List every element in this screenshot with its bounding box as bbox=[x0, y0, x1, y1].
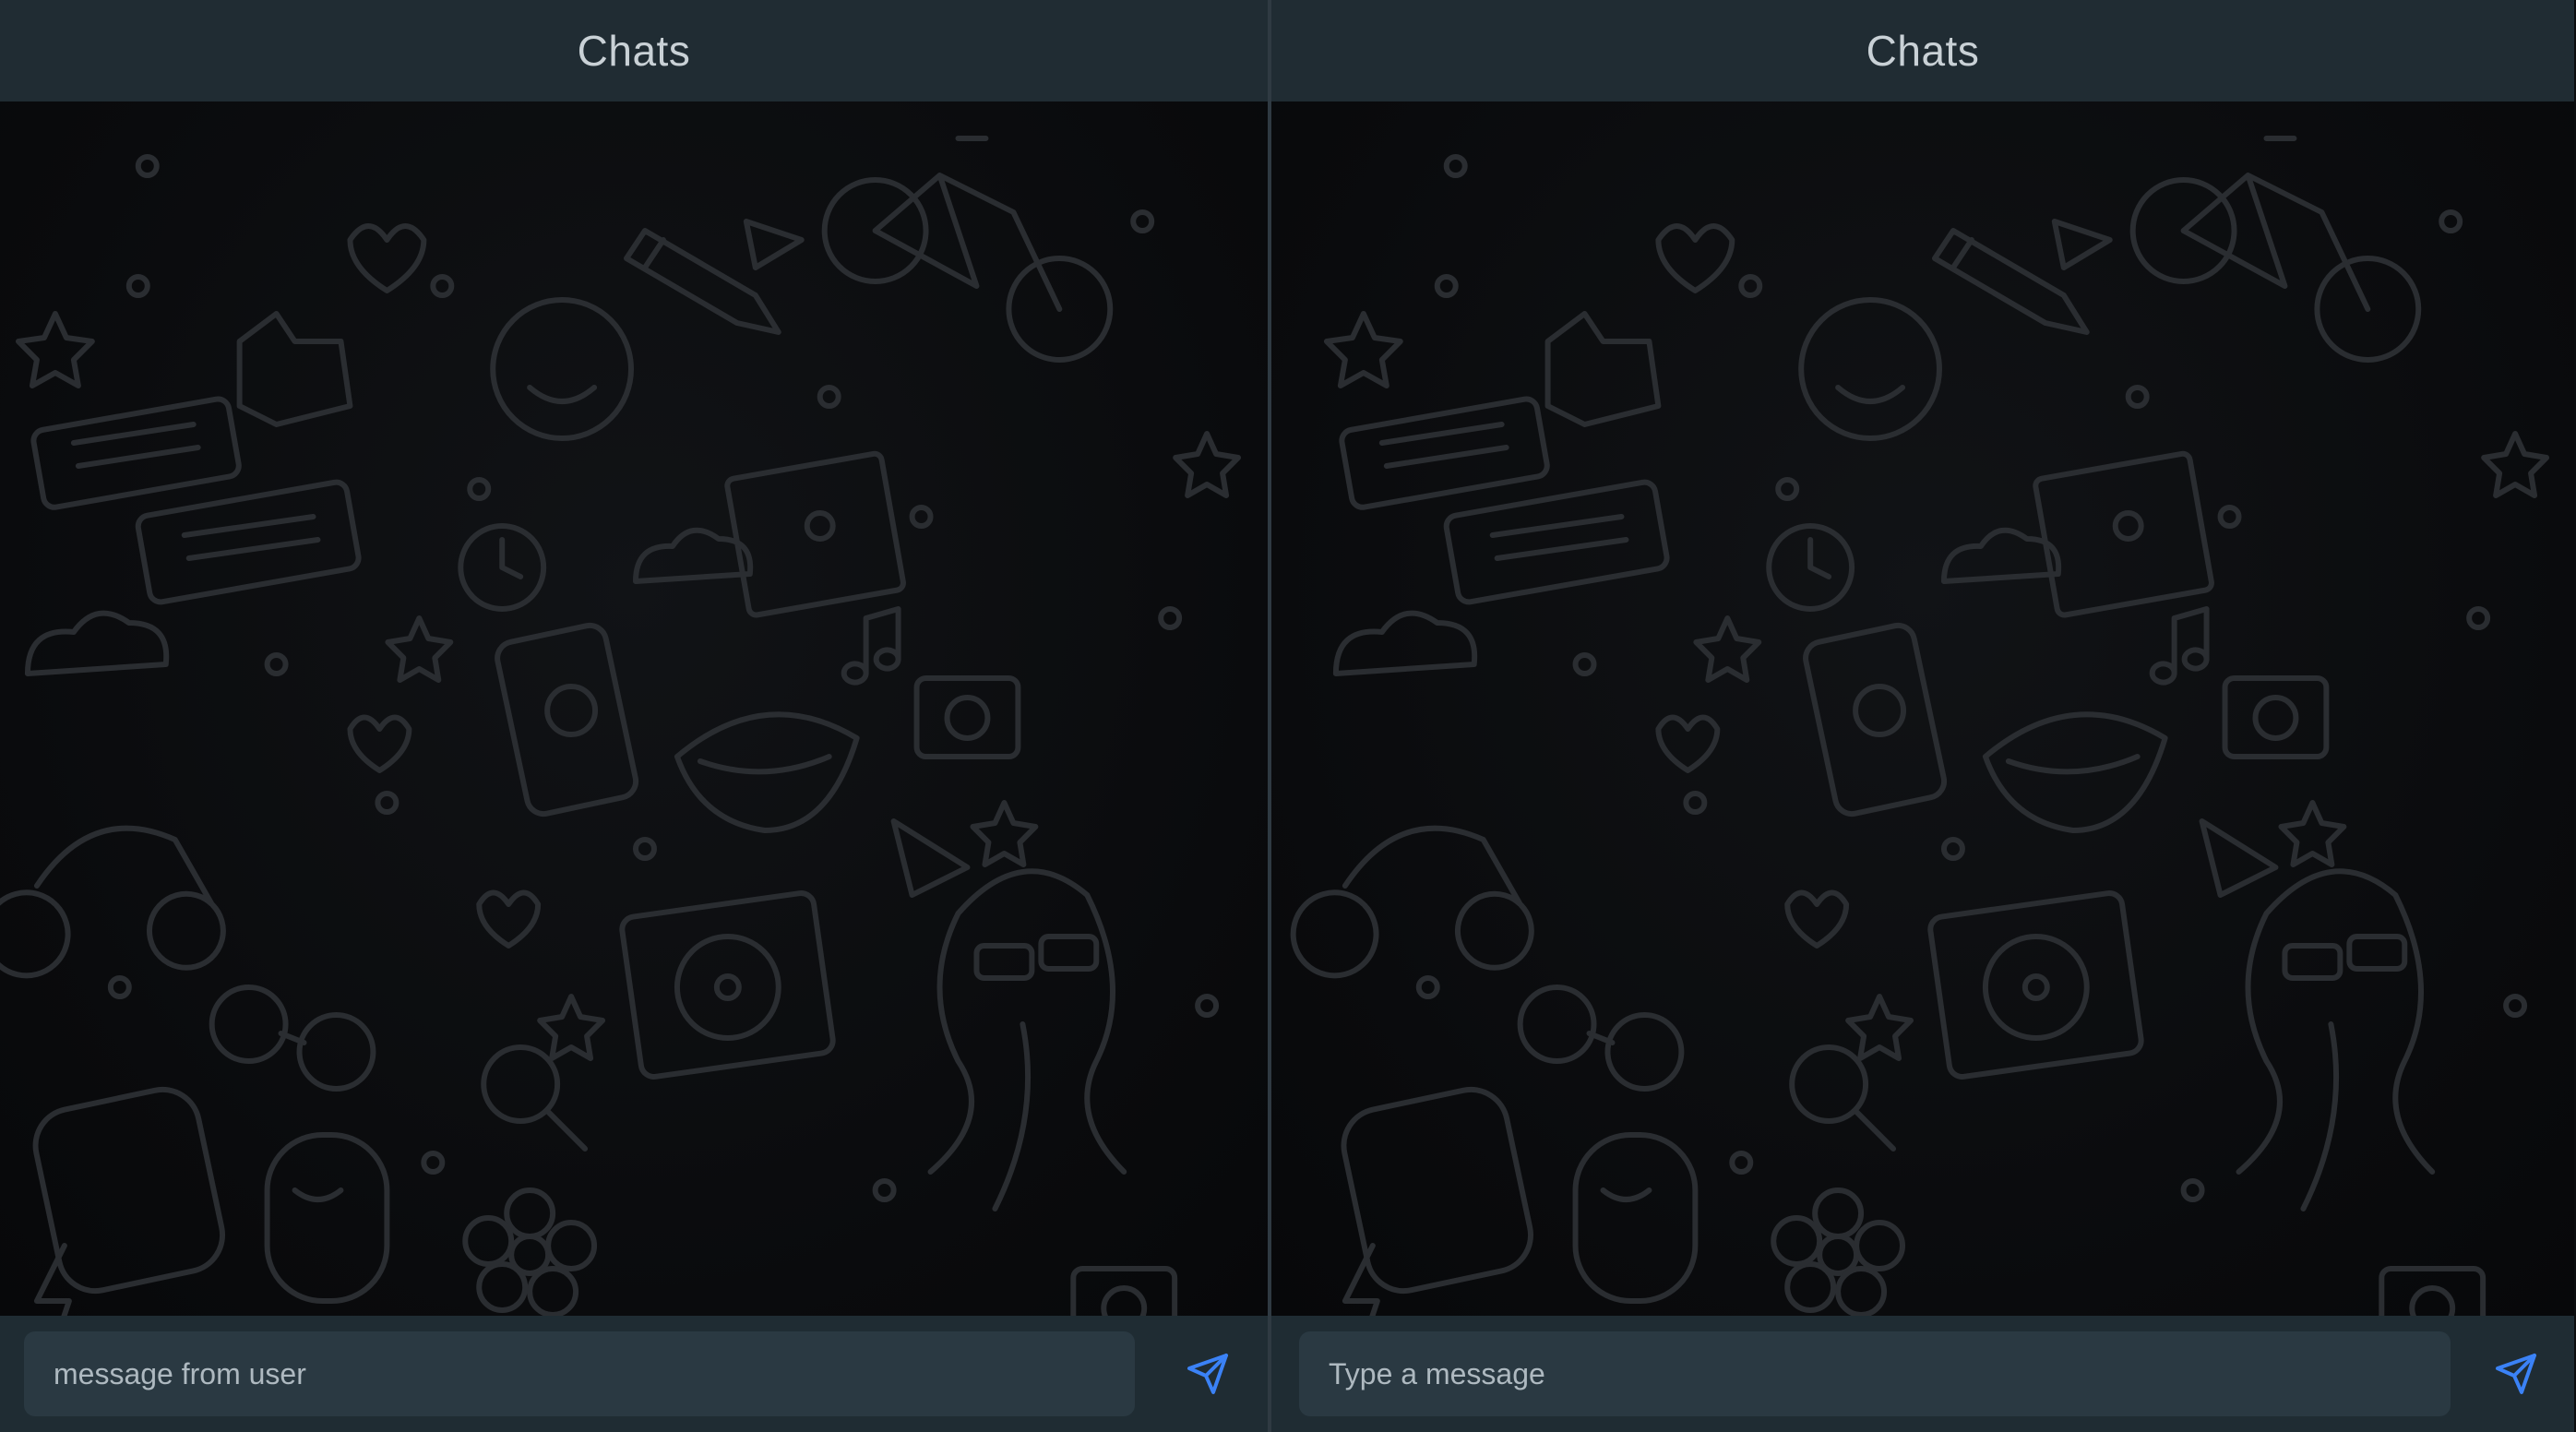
header-title: Chats bbox=[577, 27, 691, 75]
send-icon bbox=[1187, 1354, 1228, 1394]
message-input-placeholder: Type a message bbox=[1329, 1356, 1545, 1390]
message-list[interactable] bbox=[1271, 101, 2574, 1316]
chat-header: Chats bbox=[0, 0, 1268, 101]
chat-pane-left: Chats message from user bbox=[0, 0, 1270, 1432]
message-composer: Type a message bbox=[1271, 1316, 2574, 1432]
chat-pane-right: Chats Type a message bbox=[1270, 0, 2574, 1432]
doodle-wallpaper bbox=[1290, 136, 2550, 1316]
message-list[interactable] bbox=[0, 101, 1268, 1316]
chat-header: Chats bbox=[1271, 0, 2574, 101]
send-button[interactable] bbox=[1172, 1337, 1244, 1411]
message-input[interactable]: message from user bbox=[24, 1331, 1135, 1416]
message-input-text: message from user bbox=[54, 1356, 306, 1390]
header-title: Chats bbox=[1866, 27, 1980, 75]
send-icon bbox=[2496, 1354, 2536, 1394]
message-input[interactable]: Type a message bbox=[1299, 1331, 2451, 1416]
doodle-wallpaper bbox=[0, 136, 1242, 1316]
send-button[interactable] bbox=[2482, 1337, 2550, 1411]
app-window: Chats message from user Chats Type a mes… bbox=[0, 0, 2576, 1432]
message-composer: message from user bbox=[0, 1316, 1268, 1432]
